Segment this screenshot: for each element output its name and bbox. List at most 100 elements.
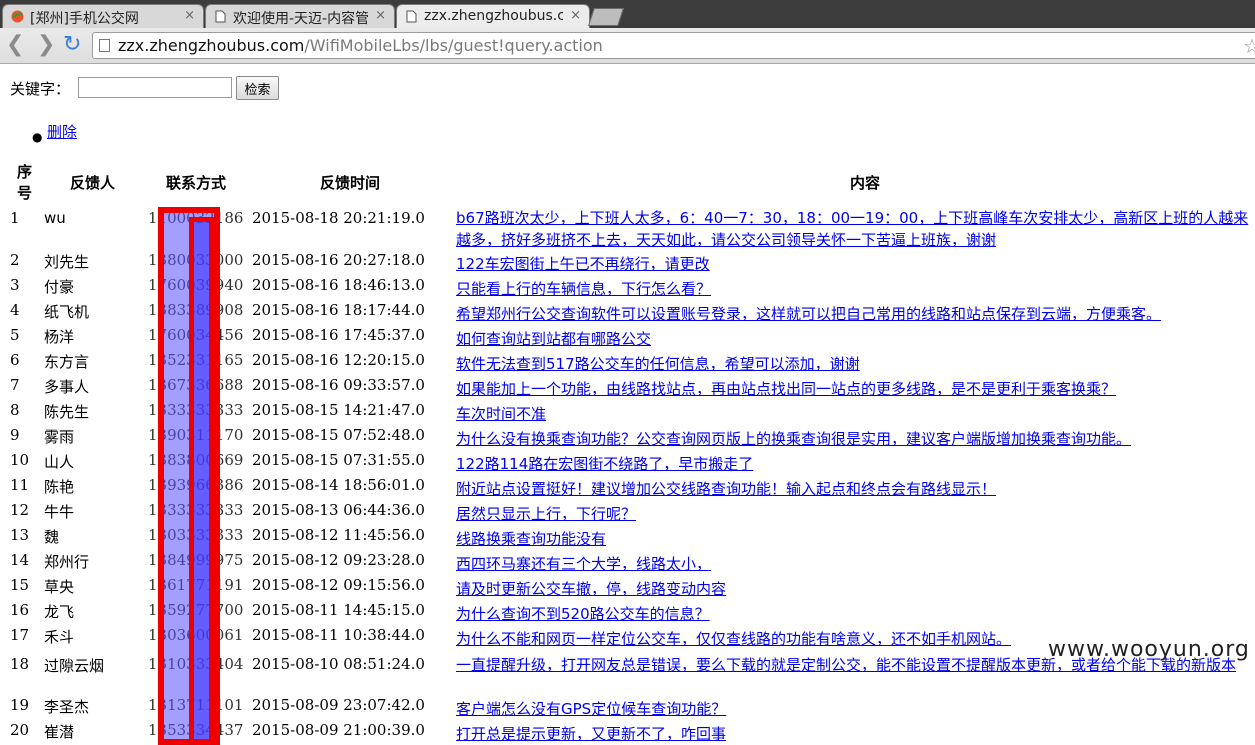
row-index: 15: [10, 576, 30, 594]
tab-strip: [郑州]手机公交网 × 欢迎使用-天迈-内容管 × zzx.zhengzhoub…: [0, 0, 1255, 29]
row-content-link[interactable]: 软件无法查到517路公交车的任何信息，希望可以添加，谢谢: [456, 353, 860, 374]
row-name: 陈先生: [44, 403, 90, 421]
keyword-input[interactable]: [78, 77, 232, 98]
row-name: 郑州行: [44, 553, 90, 571]
row-content-link[interactable]: 122车宏图街上午已不再绕行，请更改: [456, 253, 710, 274]
search-button[interactable]: 检索: [236, 76, 279, 100]
row-index: 10: [10, 451, 30, 469]
page-info-icon[interactable]: [99, 39, 110, 52]
keyword-label: 关键字：: [10, 80, 71, 98]
header-time: 反馈时间: [320, 174, 381, 192]
row-name: 陈艳: [44, 478, 75, 496]
row-name: 禾斗: [44, 628, 75, 646]
row-name: 草央: [44, 578, 75, 596]
row-name: 东方言: [44, 353, 90, 371]
row-content-link[interactable]: 如果能加上一个功能，由线路找站点，再由站点找出同一站点的更多线路，是不是更利于乘…: [456, 378, 1116, 399]
row-content-link[interactable]: 如何查询站到站都有哪路公交: [456, 328, 651, 349]
row-time: 2015-08-15 14:21:47.0: [252, 401, 425, 419]
row-time: 2015-08-12 09:15:56.0: [252, 576, 425, 594]
row-name: 刘先生: [44, 253, 90, 271]
page-icon: [405, 10, 418, 23]
row-index: 8: [10, 401, 20, 419]
tab-title: 欢迎使用-天迈-内容管: [233, 11, 368, 27]
row-time: 2015-08-09 21:00:39.0: [252, 721, 425, 739]
row-index: 18: [10, 655, 30, 673]
row-content-link[interactable]: b67路班次太少，上下班人太多，6：40一7：30，18：00一19：00，上下…: [456, 207, 1255, 251]
row-index: 7: [10, 376, 20, 394]
row-time: 2015-08-15 07:31:55.0: [252, 451, 425, 469]
row-content-link[interactable]: 西四环马寨还有三个大学，线路太小，: [456, 553, 711, 574]
tab-zhengzhou-bus[interactable]: [郑州]手机公交网 ×: [2, 4, 204, 28]
row-name: 牛牛: [44, 503, 75, 521]
row-index: 9: [10, 426, 20, 444]
tab-close-icon[interactable]: ×: [184, 8, 195, 23]
header-index-1: 序: [17, 163, 33, 181]
row-index: 13: [10, 526, 30, 544]
row-name: 雾雨: [44, 428, 75, 446]
row-name: 纸飞机: [44, 303, 90, 321]
url-host: zzx.zhengzhoubus.com: [118, 36, 305, 55]
row-name: 山人: [44, 453, 75, 471]
row-index: 19: [10, 696, 30, 714]
row-index: 6: [10, 351, 20, 369]
row-content-link[interactable]: 居然只显示上行，下行呢？: [456, 503, 636, 524]
row-content-link[interactable]: 车次时间不准: [456, 403, 546, 424]
address-bar[interactable]: zzx.zhengzhoubus.com/WifiMobileLbs/lbs/g…: [92, 32, 1255, 59]
row-index: 5: [10, 326, 20, 344]
row-content-link[interactable]: 为什么没有换乘查询功能？公交查询网页版上的换乘查询很是实用，建议客户端版增加换乘…: [456, 428, 1131, 449]
row-content-link[interactable]: 客户端怎么没有GPS定位候车查询功能？: [456, 698, 726, 719]
row-name: 多事人: [44, 378, 90, 396]
row-index: 1: [10, 209, 20, 227]
row-content-link[interactable]: 为什么查询不到520路公交车的信息？: [456, 603, 710, 624]
row-name: 过隙云烟: [44, 657, 105, 675]
row-content-link[interactable]: 希望郑州行公交查询软件可以设置账号登录，这样就可以把自己常用的线路和站点保存到云…: [456, 303, 1161, 324]
row-name: 付豪: [44, 278, 75, 296]
row-time: 2015-08-12 11:45:56.0: [252, 526, 425, 544]
row-time: 2015-08-11 14:45:15.0: [252, 601, 425, 619]
tab-close-icon[interactable]: ×: [375, 8, 386, 23]
new-tab-button[interactable]: [588, 8, 624, 26]
row-time: 2015-08-14 18:56:01.0: [252, 476, 425, 494]
row-content-link[interactable]: 只能看上行的车辆信息，下行怎么看？: [456, 278, 711, 299]
tab-title: zzx.zhengzhoubus.c: [424, 8, 563, 24]
redaction-box-inner: [189, 217, 214, 745]
row-time: 2015-08-15 07:52:48.0: [252, 426, 425, 444]
row-content-link[interactable]: 为什么不能和网页一样定位公交车，仅仅查线路的功能有啥意义，还不如手机网站。: [456, 628, 1011, 649]
row-content-link[interactable]: 122路114路在宏图街不绕路了，早市搬走了: [456, 453, 753, 474]
row-time: 2015-08-10 08:51:24.0: [252, 655, 425, 673]
reload-icon[interactable]: ↻: [63, 33, 81, 57]
list-bullet: ●: [32, 130, 43, 144]
row-name: 魏: [44, 528, 60, 546]
tab-close-icon[interactable]: ×: [570, 8, 581, 23]
navigation-bar: ❮ ❯ ↻ zzx.zhengzhoubus.com/WifiMobileLbs…: [0, 28, 1255, 64]
row-index: 20: [10, 721, 30, 739]
row-time: 2015-08-16 18:17:44.0: [252, 301, 425, 319]
row-time: 2015-08-16 17:45:37.0: [252, 326, 425, 344]
bookmark-star-icon[interactable]: ☆: [1243, 34, 1255, 58]
delete-link[interactable]: 删除: [47, 121, 77, 142]
row-name: 杨洋: [44, 328, 75, 346]
header-name: 反馈人: [70, 174, 116, 192]
row-name: wu: [44, 209, 66, 227]
row-time: 2015-08-09 23:07:42.0: [252, 696, 425, 714]
row-index: 11: [10, 476, 30, 494]
row-time: 2015-08-18 20:21:19.0: [252, 209, 425, 227]
row-content-link[interactable]: 附近站点设置挺好！建议增加公交线路查询功能！输入起点和终点会有路线显示！: [456, 478, 996, 499]
row-content-link[interactable]: 请及时更新公交车撤，停，线路变动内容: [456, 578, 726, 599]
row-time: 2015-08-16 18:46:13.0: [252, 276, 425, 294]
tab-tianmai[interactable]: 欢迎使用-天迈-内容管 ×: [205, 4, 395, 28]
row-index: 4: [10, 301, 20, 319]
row-name: 龙飞: [44, 603, 75, 621]
row-index: 14: [10, 551, 30, 569]
row-time: 2015-08-13 06:44:36.0: [252, 501, 425, 519]
row-time: 2015-08-12 09:23:28.0: [252, 551, 425, 569]
forward-arrow-icon[interactable]: ❯: [37, 33, 55, 57]
tab-zzx-active[interactable]: zzx.zhengzhoubus.c ×: [396, 4, 590, 29]
row-content-link[interactable]: 线路换乘查询功能没有: [456, 528, 606, 549]
row-name: 崔潜: [44, 723, 75, 741]
url-text[interactable]: zzx.zhengzhoubus.com/WifiMobileLbs/lbs/g…: [118, 36, 603, 55]
row-time: 2015-08-11 10:38:44.0: [252, 626, 425, 644]
site-favicon-icon: [11, 10, 24, 23]
back-arrow-icon[interactable]: ❮: [6, 33, 24, 57]
row-name: 李圣杰: [44, 698, 90, 716]
